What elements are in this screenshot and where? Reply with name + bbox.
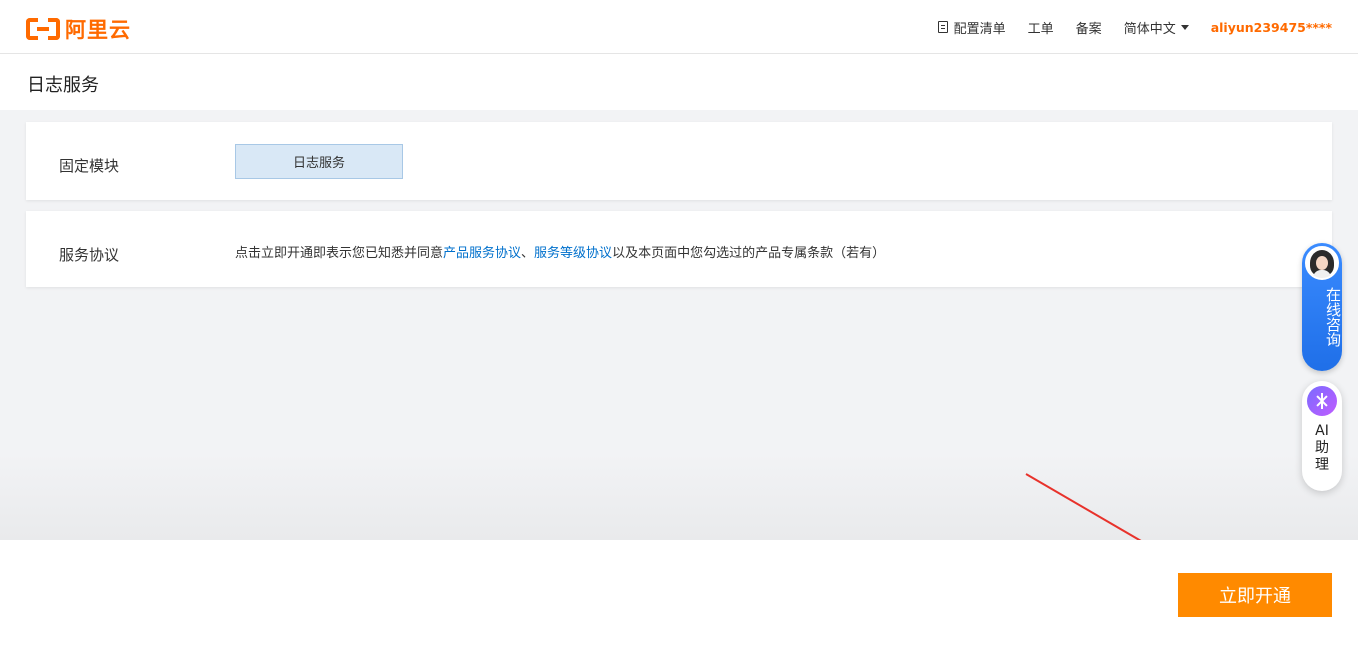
module-label: 固定模块 bbox=[59, 157, 120, 175]
nav-filing-label: 备案 bbox=[1075, 21, 1102, 37]
activate-now-button[interactable]: 立即开通 bbox=[1178, 573, 1332, 617]
caret-down-icon bbox=[1180, 24, 1189, 30]
ai-label-line1: AI bbox=[1315, 423, 1329, 439]
nav-ticket[interactable]: 工单 bbox=[1028, 18, 1054, 37]
top-header: 阿里云 配置清单 工单 备案 简体中文 aliyun239475**** bbox=[0, 0, 1358, 54]
ai-assistant-button[interactable]: AI 助 理 bbox=[1302, 381, 1342, 491]
module-tag-log-service[interactable]: 日志服务 bbox=[235, 144, 403, 179]
agreement-card: 服务协议 点击立即开通即表示您已知悉并同意产品服务协议、服务等级协议以及本页面中… bbox=[26, 211, 1332, 287]
bottom-bar: 立即开通 bbox=[0, 540, 1358, 650]
agreement-separator: 、 bbox=[521, 246, 535, 261]
service-level-agreement-link[interactable]: 服务等级协议 bbox=[534, 246, 612, 261]
aliyun-logo-icon bbox=[26, 18, 60, 40]
user-account[interactable]: aliyun239475**** bbox=[1211, 20, 1332, 35]
aliyun-logo[interactable]: 阿里云 bbox=[26, 14, 131, 44]
ai-label-line3: 理 bbox=[1315, 457, 1329, 473]
nav-config-list[interactable]: 配置清单 bbox=[937, 18, 1006, 37]
ai-assistant-label: AI 助 理 bbox=[1302, 423, 1342, 474]
module-card: 固定模块 日志服务 bbox=[26, 122, 1332, 200]
top-nav: 配置清单 工单 备案 简体中文 aliyun239475**** bbox=[937, 0, 1332, 54]
agreement-text: 点击立即开通即表示您已知悉并同意产品服务协议、服务等级协议以及本页面中您勾选过的… bbox=[235, 242, 885, 261]
user-name: aliyun239475**** bbox=[1210, 19, 1332, 35]
document-icon bbox=[937, 21, 948, 33]
online-consult-button[interactable]: 在线咨询 bbox=[1302, 243, 1342, 371]
nav-config-list-label: 配置清单 bbox=[953, 21, 1006, 37]
ai-sparkle-icon bbox=[1307, 386, 1337, 416]
agreement-suffix: 以及本页面中您勾选过的产品专属条款（若有） bbox=[612, 246, 886, 261]
logo-text: 阿里云 bbox=[65, 18, 131, 42]
online-consult-label: 在线咨询 bbox=[1324, 287, 1342, 347]
ai-label-line2: 助 bbox=[1315, 440, 1329, 456]
nav-ticket-label: 工单 bbox=[1027, 21, 1054, 37]
nav-filing[interactable]: 备案 bbox=[1076, 18, 1102, 37]
agreement-label: 服务协议 bbox=[59, 246, 120, 264]
page-title: 日志服务 bbox=[27, 75, 99, 96]
consultant-avatar bbox=[1305, 246, 1339, 280]
product-service-agreement-link[interactable]: 产品服务协议 bbox=[443, 246, 521, 261]
agreement-prefix: 点击立即开通即表示您已知悉并同意 bbox=[235, 246, 444, 261]
language-label: 简体中文 bbox=[1123, 21, 1176, 37]
title-bar: 日志服务 bbox=[0, 55, 1358, 110]
language-selector[interactable]: 简体中文 bbox=[1124, 18, 1189, 37]
